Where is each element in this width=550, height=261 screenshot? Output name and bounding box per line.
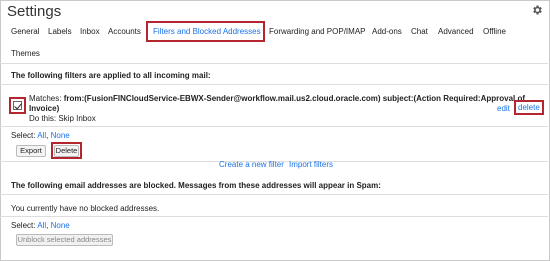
tab-accounts[interactable]: Accounts bbox=[108, 27, 141, 36]
settings-tabs: General Labels Inbox Accounts Filters an… bbox=[0, 20, 548, 64]
tab-offline[interactable]: Offline bbox=[483, 27, 506, 36]
matches-label: Matches: bbox=[29, 94, 62, 103]
tab-themes[interactable]: Themes bbox=[11, 49, 40, 58]
select-none-link[interactable]: None bbox=[51, 221, 70, 230]
create-new-filter-link[interactable]: Create a new filter bbox=[219, 160, 284, 169]
matches-criteria-line1: from:(FusionFINCloudService-EBWX-Sender@… bbox=[63, 94, 526, 103]
filter-row-divider bbox=[0, 126, 548, 127]
blocked-empty-message: You currently have no blocked addresses. bbox=[11, 204, 160, 213]
unblock-selected-button[interactable]: Unblock selected addresses bbox=[16, 234, 113, 246]
select-separator: , bbox=[46, 131, 49, 140]
matches-criteria-line2: Invoice) bbox=[29, 104, 60, 113]
select-label: Select: bbox=[11, 221, 36, 230]
tab-advanced[interactable]: Advanced bbox=[438, 27, 474, 36]
filter-criteria: Matches: from:(FusionFINCloudService-EBW… bbox=[29, 94, 525, 103]
filter-checkbox[interactable] bbox=[13, 101, 22, 110]
select-label: Select: bbox=[11, 131, 36, 140]
select-all-link[interactable]: All bbox=[37, 221, 46, 230]
blocked-heading: The following email addresses are blocke… bbox=[11, 181, 381, 190]
select-none-link[interactable]: None bbox=[51, 131, 70, 140]
select-all-link[interactable]: All bbox=[37, 131, 46, 140]
filters-divider bbox=[0, 84, 548, 85]
tab-chat[interactable]: Chat bbox=[411, 27, 428, 36]
export-button[interactable]: Export bbox=[16, 145, 46, 157]
gear-icon[interactable] bbox=[531, 4, 543, 16]
tab-general[interactable]: General bbox=[11, 27, 39, 36]
blocked-list-divider bbox=[0, 216, 548, 217]
filter-action: Do this: Skip Inbox bbox=[29, 114, 96, 123]
delete-button[interactable]: Delete bbox=[54, 145, 79, 157]
blocked-select-row: Select: All, None bbox=[11, 221, 70, 230]
select-separator: , bbox=[46, 221, 49, 230]
tab-inbox[interactable]: Inbox bbox=[80, 27, 100, 36]
active-tab-highlight bbox=[146, 21, 265, 42]
page-title: Settings bbox=[7, 3, 62, 20]
tab-add-ons[interactable]: Add-ons bbox=[372, 27, 402, 36]
delete-filter-link[interactable]: delete bbox=[518, 103, 540, 112]
edit-filter-link[interactable]: edit bbox=[497, 104, 510, 113]
tab-forwarding-and-pop-imap[interactable]: Forwarding and POP/IMAP bbox=[269, 27, 365, 36]
tab-labels[interactable]: Labels bbox=[48, 27, 72, 36]
filters-heading: The following filters are applied to all… bbox=[11, 71, 211, 80]
import-filters-link[interactable]: Import filters bbox=[289, 160, 333, 169]
blocked-divider bbox=[0, 194, 548, 195]
filters-select-row: Select: All, None bbox=[11, 131, 70, 140]
